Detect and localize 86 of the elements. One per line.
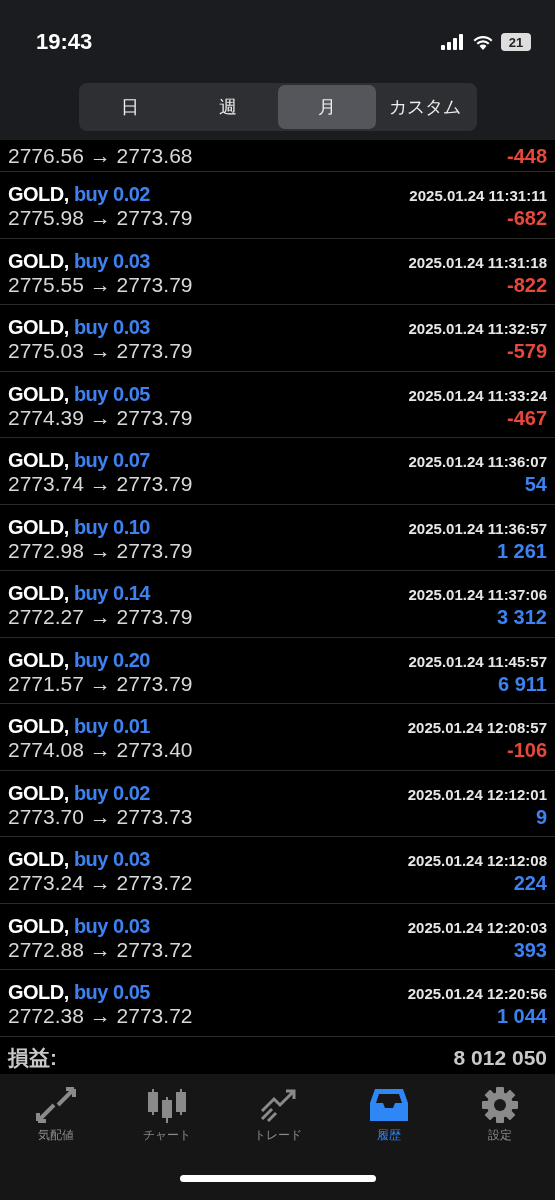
candlestick-icon [146,1087,187,1123]
deal-time: 2025.01.24 11:36:57 [408,519,547,537]
profit-value: 9 [535,805,547,829]
symbol-label: GOLD, [8,781,69,804]
symbol-label: GOLD, [8,515,69,538]
deal-side: buy 0.02 [73,781,150,804]
price-range: 2771.57 → 2773.79 [8,671,193,696]
profit-value: -448 [506,144,547,168]
symbol-label: GOLD, [8,449,69,472]
price-range: 2772.98 → 2773.79 [8,538,193,563]
profit-value: 6 911 [498,672,547,696]
nav-tab[interactable]: チャート [111,1086,222,1145]
deal-time: 2025.01.24 12:12:08 [407,852,547,870]
deal-time: 2025.01.24 11:37:06 [408,586,547,604]
profit-value: -467 [506,406,547,430]
symbol-label: GOLD, [8,848,69,871]
deal-side: buy 0.02 [73,183,150,206]
price-range: 2776.56 → 2773.68 [8,143,193,168]
deal-time: 2025.01.24 11:31:18 [408,253,547,271]
symbol-label: GOLD, [8,981,69,1004]
price-range: 2775.03 → 2773.79 [8,339,193,364]
arrows-icon [35,1087,76,1123]
symbol-label: GOLD, [8,648,69,671]
price-range: 2775.98 → 2773.79 [8,206,193,231]
deal-side: buy 0.07 [73,449,150,472]
deal-side: buy 0.03 [73,848,150,871]
nav-tab[interactable]: 気配値 [0,1086,111,1145]
summary-label: 損益: [8,1044,57,1071]
symbol-label: GOLD, [8,183,69,206]
deal-side: buy 0.03 [73,316,150,339]
wifi-icon [473,34,493,50]
deal-side: buy 0.05 [73,981,150,1004]
nav-tab[interactable]: 設定 [444,1086,555,1145]
price-range: 2773.74 → 2773.79 [8,472,193,497]
summary-value: 8 012 050 [453,1045,547,1070]
profit-value: -682 [506,207,547,231]
symbol-label: GOLD, [8,582,69,605]
price-range: 2774.39 → 2773.79 [8,405,193,430]
deal-time: 2025.01.24 11:32:57 [408,320,547,338]
profit-value: -579 [506,340,547,364]
symbol-label: GOLD, [8,316,69,339]
price-range: 2772.38 → 2773.72 [8,1004,193,1029]
profit-value: -106 [506,739,547,763]
profit-value: 1 261 [496,539,547,563]
price-range: 2772.88 → 2773.72 [8,937,193,962]
symbol-label: GOLD, [8,382,69,405]
profit-value: 1 044 [496,1005,547,1029]
deal-side: buy 0.01 [73,715,150,738]
symbol-label: GOLD, [8,249,69,272]
battery-icon: 21 [501,33,531,51]
inbox-icon [368,1087,409,1123]
symbol-label: GOLD, [8,715,69,738]
price-range: 2773.24 → 2773.72 [8,871,193,896]
deal-time: 2025.01.24 11:36:07 [408,453,547,471]
deal-side: buy 0.10 [73,515,150,538]
deal-time: 2025.01.24 12:12:01 [407,785,547,803]
deal-side: buy 0.20 [73,648,150,671]
price-range: 2773.70 → 2773.73 [8,804,193,829]
symbol-label: GOLD, [8,914,69,937]
profit-value: 54 [524,473,547,497]
signal-icon [441,34,465,50]
deal-side: buy 0.05 [73,382,150,405]
price-range: 2772.27 → 2773.79 [8,605,193,630]
deal-time: 2025.01.24 11:33:24 [408,386,547,404]
period-tab[interactable]: 週 [179,85,278,129]
deal-side: buy 0.03 [73,249,150,272]
price-range: 2775.55 → 2773.79 [8,272,193,297]
profit-value: 224 [513,872,547,896]
deal-time: 2025.01.24 11:45:57 [408,652,547,670]
deal-time: 2025.01.24 12:08:57 [407,719,547,737]
profit-value: 3 312 [496,606,547,630]
period-tab[interactable]: 月 [277,85,376,129]
period-tab[interactable]: 日 [80,85,179,129]
clock: 19:43 [36,29,93,55]
profit-value: 393 [513,938,547,962]
nav-tab[interactable]: 履歴 [333,1086,444,1145]
deal-time: 2025.01.24 12:20:03 [407,918,547,936]
deal-side: buy 0.03 [73,914,150,937]
deal-side: buy 0.14 [73,582,150,605]
deal-time: 2025.01.24 12:20:56 [407,985,547,1003]
period-tab[interactable]: カスタム [376,85,475,129]
profit-value: -822 [506,273,547,297]
price-range: 2774.08 → 2773.40 [8,738,193,763]
nav-tab[interactable]: トレード [222,1086,333,1145]
deal-time: 2025.01.24 11:31:11 [409,187,547,205]
settings-icon [479,1087,520,1123]
